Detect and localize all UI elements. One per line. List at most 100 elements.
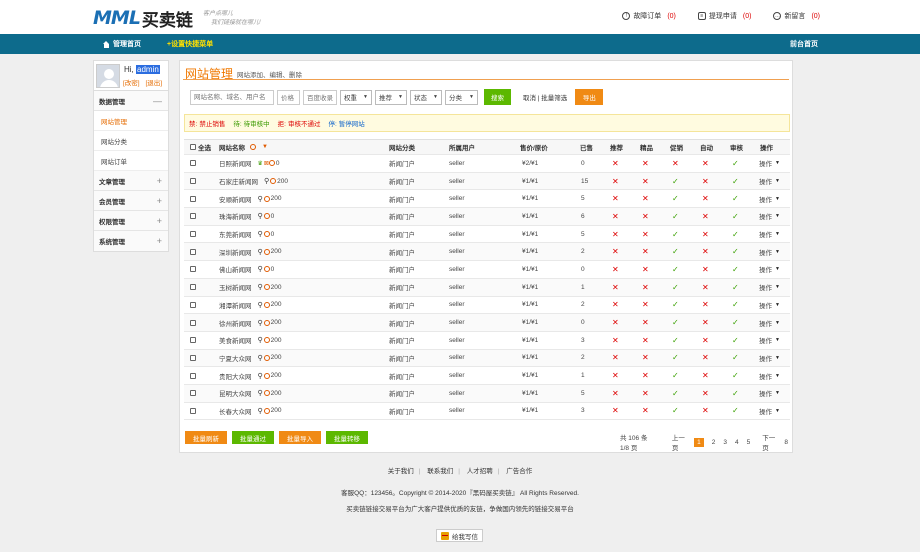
weight-select[interactable]: 权重 ▼ bbox=[340, 89, 372, 105]
check-icon[interactable]: ✓ bbox=[732, 212, 739, 221]
menu-group-permissions[interactable]: 权限管理 + bbox=[94, 211, 168, 231]
cross-icon[interactable]: ✕ bbox=[612, 353, 619, 362]
row-checkbox[interactable] bbox=[190, 372, 196, 379]
export-button[interactable]: 导出 bbox=[575, 89, 604, 105]
check-icon[interactable]: ✓ bbox=[672, 194, 679, 203]
recommend-cell[interactable]: ✕ bbox=[612, 243, 619, 260]
pager-prev[interactable]: 上一页 bbox=[672, 432, 686, 452]
feedback-button[interactable]: 给我写信 bbox=[436, 529, 483, 542]
check-icon[interactable]: ✓ bbox=[672, 318, 679, 327]
cross-icon[interactable]: ✕ bbox=[612, 177, 619, 186]
check-icon[interactable]: ✓ bbox=[672, 230, 679, 239]
cross-icon[interactable]: ✕ bbox=[612, 230, 619, 239]
boutique-cell[interactable]: ✕ bbox=[642, 261, 649, 278]
row-checkbox[interactable] bbox=[190, 160, 196, 167]
promo-cell[interactable]: ✓ bbox=[672, 190, 679, 207]
check-icon[interactable]: ✓ bbox=[732, 336, 739, 345]
audit-cell[interactable]: ✓ bbox=[732, 243, 739, 260]
cross-icon[interactable]: ✕ bbox=[642, 406, 649, 415]
boutique-cell[interactable]: ✕ bbox=[642, 173, 649, 190]
site-name[interactable]: 深圳新闻网 bbox=[219, 247, 252, 257]
menu-group-members[interactable]: 会员管理 + bbox=[94, 191, 168, 211]
search-button[interactable]: 搜索 bbox=[484, 89, 511, 105]
boutique-cell[interactable]: ✕ bbox=[642, 332, 649, 349]
promo-cell[interactable]: ✓ bbox=[672, 279, 679, 296]
category-select[interactable]: 分类 ▼ bbox=[445, 89, 478, 105]
cross-icon[interactable]: ✕ bbox=[702, 318, 709, 327]
audit-cell[interactable]: ✓ bbox=[732, 314, 739, 331]
auto-cell[interactable]: ✕ bbox=[702, 332, 709, 349]
check-icon[interactable]: ✓ bbox=[672, 300, 679, 309]
check-icon[interactable]: ✓ bbox=[672, 212, 679, 221]
site-name[interactable]: 石家庄新闻网 bbox=[219, 176, 258, 186]
cross-icon[interactable]: ✕ bbox=[702, 300, 709, 309]
site-name[interactable]: 宁夏大众网 bbox=[219, 353, 252, 363]
cross-icon[interactable]: ✕ bbox=[642, 194, 649, 203]
cross-icon[interactable]: ✕ bbox=[642, 300, 649, 309]
audit-cell[interactable]: ✓ bbox=[732, 279, 739, 296]
cross-icon[interactable]: ✕ bbox=[612, 283, 619, 292]
cross-icon[interactable]: ✕ bbox=[702, 265, 709, 274]
auto-cell[interactable]: ✕ bbox=[702, 385, 709, 402]
cross-icon[interactable]: ✕ bbox=[612, 336, 619, 345]
action-dropdown[interactable]: 操作 ▼ bbox=[759, 173, 780, 190]
search-icon[interactable]: ⚲ bbox=[264, 177, 269, 185]
check-icon[interactable]: ✓ bbox=[672, 177, 679, 186]
messages-link[interactable]: … 新留言 (0) bbox=[773, 11, 820, 21]
menu-group-articles[interactable]: 文章管理 + bbox=[94, 171, 168, 191]
search-icon[interactable]: ⚲ bbox=[258, 407, 263, 415]
promo-cell[interactable]: ✓ bbox=[672, 367, 679, 384]
site-name[interactable]: 珠海新闻网 bbox=[219, 211, 252, 221]
row-checkbox[interactable] bbox=[190, 301, 196, 308]
cross-icon[interactable]: ✕ bbox=[642, 265, 649, 274]
check-icon[interactable]: ✓ bbox=[672, 336, 679, 345]
promo-cell[interactable]: ✓ bbox=[672, 332, 679, 349]
site-name[interactable]: 湘潭新闻网 bbox=[219, 300, 252, 310]
cross-icon[interactable]: ✕ bbox=[642, 353, 649, 362]
row-checkbox[interactable] bbox=[190, 248, 196, 255]
recommend-cell[interactable]: ✕ bbox=[612, 297, 619, 314]
check-icon[interactable]: ✓ bbox=[672, 247, 679, 256]
sidebar-item-site-category[interactable]: 网站分类 bbox=[94, 131, 168, 151]
audit-cell[interactable]: ✓ bbox=[732, 261, 739, 278]
recommend-cell[interactable]: ✕ bbox=[612, 350, 619, 367]
cross-icon[interactable]: ✕ bbox=[702, 230, 709, 239]
search-icon[interactable]: ⚲ bbox=[258, 319, 263, 327]
check-icon[interactable]: ✓ bbox=[732, 283, 739, 292]
menu-group-system[interactable]: 系统管理 + bbox=[94, 231, 168, 251]
check-icon[interactable]: ✓ bbox=[672, 389, 679, 398]
auto-cell[interactable]: ✕ bbox=[702, 297, 709, 314]
audit-cell[interactable]: ✓ bbox=[732, 403, 739, 420]
select-all-checkbox[interactable]: 全选 bbox=[190, 140, 211, 154]
boutique-cell[interactable]: ✕ bbox=[642, 190, 649, 207]
site-name[interactable]: 安顺新闻网 bbox=[219, 194, 252, 204]
action-dropdown[interactable]: 操作 ▼ bbox=[759, 314, 780, 331]
audit-cell[interactable]: ✓ bbox=[732, 155, 739, 172]
action-dropdown[interactable]: 操作 ▼ bbox=[759, 190, 780, 207]
auto-cell[interactable]: ✕ bbox=[702, 279, 709, 296]
row-checkbox[interactable] bbox=[190, 178, 196, 185]
audit-cell[interactable]: ✓ bbox=[732, 208, 739, 225]
batch-refresh-button[interactable]: 批量刷新 bbox=[185, 431, 227, 444]
cross-icon[interactable]: ✕ bbox=[642, 230, 649, 239]
row-checkbox[interactable] bbox=[190, 407, 196, 414]
row-checkbox[interactable] bbox=[190, 319, 196, 326]
check-icon[interactable]: ✓ bbox=[672, 371, 679, 380]
check-icon[interactable]: ✓ bbox=[732, 389, 739, 398]
status-select[interactable]: 状态 ▼ bbox=[410, 89, 442, 105]
action-dropdown[interactable]: 操作 ▼ bbox=[759, 243, 780, 260]
promo-cell[interactable]: ✓ bbox=[672, 261, 679, 278]
check-icon[interactable]: ✓ bbox=[732, 230, 739, 239]
footer-about-link[interactable]: 关于我们 bbox=[388, 468, 414, 475]
boutique-cell[interactable]: ✕ bbox=[642, 314, 649, 331]
recommend-cell[interactable]: ✕ bbox=[612, 208, 619, 225]
check-icon[interactable]: ✓ bbox=[672, 265, 679, 274]
fault-orders-link[interactable]: ! 故障订单 (0) bbox=[622, 11, 676, 21]
check-icon[interactable]: ✓ bbox=[732, 353, 739, 362]
recommend-cell[interactable]: ✕ bbox=[612, 367, 619, 384]
cross-icon[interactable]: ✕ bbox=[642, 389, 649, 398]
check-icon[interactable]: ✓ bbox=[672, 353, 679, 362]
site-logo[interactable]: MML 买卖链 bbox=[93, 7, 193, 31]
cross-icon[interactable]: ✕ bbox=[702, 353, 709, 362]
row-checkbox[interactable] bbox=[190, 390, 196, 397]
